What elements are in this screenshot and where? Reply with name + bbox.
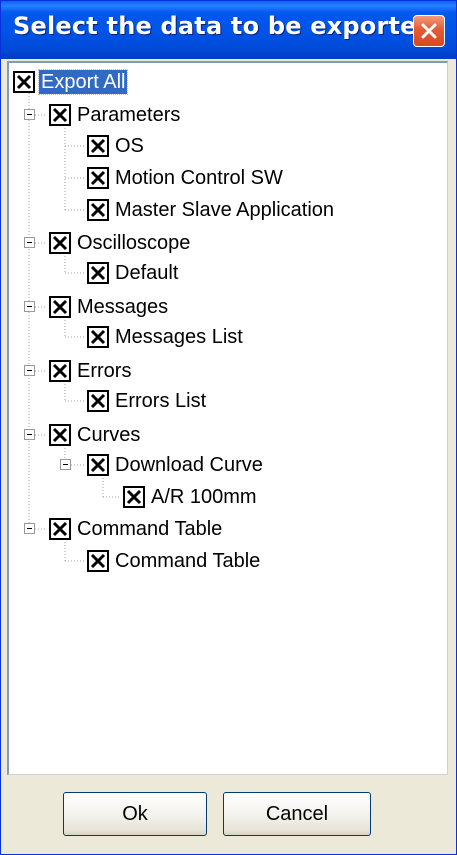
minus-collapse-icon[interactable] [24,429,35,440]
checkbox-curves[interactable] [49,424,71,446]
close-button[interactable] [413,15,445,47]
tree-label-errors[interactable]: Errors [75,359,133,383]
cancel-button[interactable]: Cancel [223,792,371,836]
checkbox-command-table[interactable] [87,550,109,572]
checkbox-messages[interactable] [49,296,71,318]
checked-x-icon [16,74,32,90]
checked-x-icon [52,363,68,379]
export-tree[interactable]: Export All Parameters OS Motion Control … [7,61,448,775]
window-title: Select the data to be exported. [13,12,444,40]
button-bar: Ok Cancel [1,776,456,854]
checkbox-oscilloscope[interactable] [49,232,71,254]
checkbox-parameters[interactable] [49,104,71,126]
checkbox-os[interactable] [87,135,109,157]
checked-x-icon [52,235,68,251]
tree-label-export-all[interactable]: Export All [37,69,129,95]
tree-label-master-slave-application[interactable]: Master Slave Application [113,198,336,222]
minus-collapse-icon[interactable] [24,365,35,376]
checked-x-icon [90,457,106,473]
checked-x-icon [90,553,106,569]
checked-x-icon [52,299,68,315]
checkbox-export-all[interactable] [13,71,35,93]
tree-label-motion-control-sw[interactable]: Motion Control SW [113,166,285,190]
tree-label-errors-list[interactable]: Errors List [113,389,208,413]
checkbox-master-slave-application[interactable] [87,199,109,221]
export-dialog: Select the data to be exported. Export A… [0,0,457,855]
checkbox-command-table-group[interactable] [49,518,71,540]
minus-collapse-icon[interactable] [60,459,71,470]
checkbox-errors-list[interactable] [87,390,109,412]
checked-x-icon [52,107,68,123]
minus-collapse-icon[interactable] [24,523,35,534]
checkbox-motion-control-sw[interactable] [87,167,109,189]
tree-label-command-table-group[interactable]: Command Table [75,517,224,541]
tree-label-default[interactable]: Default [113,261,180,285]
minus-collapse-icon[interactable] [24,301,35,312]
tree-label-oscilloscope[interactable]: Oscilloscope [75,231,192,255]
close-x-icon [421,23,437,39]
checked-x-icon [52,521,68,537]
tree-label-messages-list[interactable]: Messages List [113,325,245,349]
checkbox-messages-list[interactable] [87,326,109,348]
tree-label-command-table[interactable]: Command Table [113,549,262,573]
tree-label-os[interactable]: OS [113,134,146,158]
tree-label-ar-100mm[interactable]: A/R 100mm [149,485,259,509]
checkbox-default[interactable] [87,262,109,284]
checkbox-ar-100mm[interactable] [123,486,145,508]
minus-collapse-icon[interactable] [24,109,35,120]
checkbox-errors[interactable] [49,360,71,382]
checked-x-icon [52,427,68,443]
ok-button[interactable]: Ok [63,792,207,836]
minus-collapse-icon[interactable] [24,237,35,248]
tree-label-messages[interactable]: Messages [75,295,170,319]
checked-x-icon [90,202,106,218]
checkbox-download-curve[interactable] [87,454,109,476]
checked-x-icon [90,329,106,345]
checked-x-icon [90,393,106,409]
checked-x-icon [90,265,106,281]
checked-x-icon [90,170,106,186]
tree-label-parameters[interactable]: Parameters [75,103,182,127]
checked-x-icon [90,138,106,154]
checked-x-icon [126,489,142,505]
title-bar[interactable]: Select the data to be exported. [1,1,456,59]
tree-label-download-curve[interactable]: Download Curve [113,453,265,477]
tree-label-curves[interactable]: Curves [75,423,142,447]
